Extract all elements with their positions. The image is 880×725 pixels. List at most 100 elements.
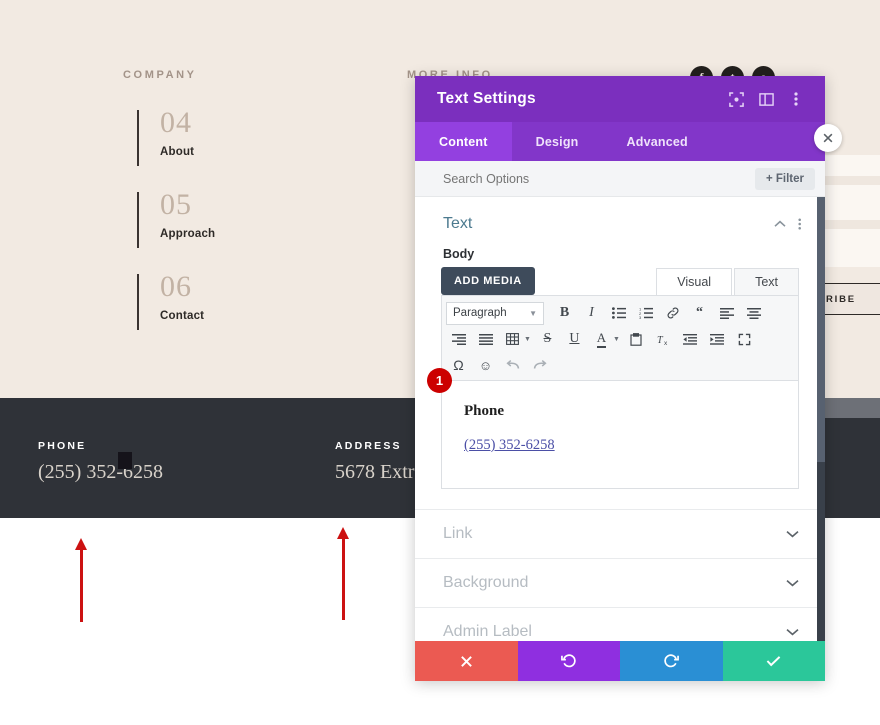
placeholder-stripe	[824, 176, 880, 185]
section-kebab-menu-icon[interactable]	[798, 217, 801, 231]
sidebar-card-right	[824, 155, 880, 267]
bold-icon[interactable]: B	[552, 301, 577, 325]
accordion-label: Admin Label	[443, 623, 532, 640]
footer-contact-label: ADDRESS	[335, 440, 402, 452]
tab-visual[interactable]: Visual	[656, 268, 733, 295]
accordion-label: Link	[443, 525, 473, 542]
strikethrough-icon[interactable]: S	[535, 327, 560, 351]
align-center-icon[interactable]	[741, 301, 766, 325]
chevron-down-icon[interactable]	[786, 576, 799, 590]
footer-contact-value: 5678 Extra	[335, 461, 424, 483]
footer-contact-phone: PHONE (255) 352-6258	[38, 440, 163, 484]
section-header-text: Text	[415, 197, 825, 239]
undo-icon[interactable]	[500, 353, 525, 377]
table-dropdown-caret-icon[interactable]: ▼	[524, 336, 531, 343]
content-heading: Phone	[464, 403, 505, 419]
justify-icon[interactable]	[473, 327, 498, 351]
footer-nav-item-approach[interactable]: 05 Approach	[137, 188, 216, 248]
modal-tab-bar[interactable]: Content Design Advanced	[415, 122, 825, 161]
section-title: Text	[443, 215, 473, 232]
tab-design[interactable]: Design	[512, 122, 603, 161]
modal-footer-actions	[415, 641, 825, 681]
kebab-menu-icon[interactable]	[781, 84, 811, 114]
clear-formatting-icon[interactable]: T x	[651, 327, 676, 351]
subscribe-button[interactable]: RIBE	[824, 283, 880, 315]
indent-icon[interactable]	[705, 327, 730, 351]
toolbar-row-3: Ω ☺	[446, 352, 794, 378]
tab-advanced[interactable]: Advanced	[603, 122, 712, 161]
footer-nav-number: 06	[160, 270, 192, 303]
editor-top-row: ADD MEDIA Visual Text	[441, 267, 799, 295]
emoji-icon[interactable]: ☺	[473, 353, 498, 377]
svg-text:x: x	[664, 340, 668, 346]
fullscreen-icon[interactable]	[732, 327, 757, 351]
toolbar-row-2: ▼ S U A ▼ T x	[446, 326, 794, 352]
italic-icon[interactable]: I	[579, 301, 604, 325]
text-cursor-block	[118, 452, 132, 469]
chevron-down-icon[interactable]	[786, 527, 799, 541]
svg-text:3: 3	[639, 315, 642, 319]
table-icon[interactable]	[500, 327, 525, 351]
align-left-icon[interactable]	[714, 301, 739, 325]
scrollbar-thumb[interactable]	[817, 197, 825, 462]
close-icon[interactable]	[814, 124, 842, 152]
outdent-icon[interactable]	[678, 327, 703, 351]
search-input[interactable]	[443, 171, 755, 186]
chevron-up-icon[interactable]	[774, 220, 786, 228]
paste-as-text-icon[interactable]	[624, 327, 649, 351]
screenshot-root: COMPANY MORE INFO 04 About 05 Approach 0…	[0, 0, 880, 725]
text-color-icon[interactable]: A	[589, 327, 614, 351]
footer-nav-label: Contact	[160, 310, 205, 322]
text-settings-modal: Text Settings Content Design Advanced Se…	[415, 76, 825, 681]
footer-nav-item-contact[interactable]: 06 Contact	[137, 270, 205, 330]
chevron-down-icon: ▼	[529, 308, 537, 318]
tab-content[interactable]: Content	[415, 122, 512, 161]
body-field-label: Body	[443, 247, 475, 261]
footer-nav-label: Approach	[160, 228, 216, 240]
footer-contact-value: (255) 352-6258	[38, 461, 163, 483]
annotation-step-badge: 1	[427, 368, 452, 393]
save-button[interactable]	[722, 641, 825, 681]
redo-button[interactable]	[620, 641, 723, 681]
annotation-arrow-address	[337, 527, 349, 620]
underline-icon[interactable]: U	[562, 327, 587, 351]
annotation-arrow-phone	[75, 538, 87, 622]
wp-editor: ADD MEDIA Visual Text Paragraph ▼ B I 1 …	[415, 267, 825, 489]
content-phone-link[interactable]: (255) 352-6258	[464, 437, 555, 454]
format-select[interactable]: Paragraph ▼	[446, 301, 544, 325]
tab-text[interactable]: Text	[734, 268, 799, 295]
footer-contact-address: ADDRESS 5678 Extra	[335, 440, 423, 484]
accordion-link[interactable]: Link	[415, 509, 825, 558]
toolbar-row-1: Paragraph ▼ B I 1 2 3 “	[446, 300, 794, 326]
accordion-admin-label[interactable]: Admin Label	[415, 607, 825, 641]
editor-mode-tabs[interactable]: Visual Text	[656, 268, 799, 295]
footer-nav-item-about[interactable]: 04 About	[137, 106, 195, 166]
preview-icon[interactable]	[721, 84, 751, 114]
search-options-bar: + Filter	[415, 161, 825, 197]
accordion-background[interactable]: Background	[415, 558, 825, 607]
numbered-list-icon[interactable]: 1 2 3	[633, 301, 658, 325]
footer-nav-number: 05	[160, 188, 192, 221]
blockquote-icon[interactable]: “	[687, 301, 712, 325]
undo-button[interactable]	[517, 641, 620, 681]
modal-scrollbar[interactable]	[817, 197, 825, 641]
modal-header: Text Settings	[415, 76, 825, 122]
format-select-value: Paragraph	[453, 307, 507, 319]
editor-content-area[interactable]: Phone (255) 352-6258	[441, 381, 799, 489]
discard-button[interactable]	[415, 641, 518, 681]
add-media-button[interactable]: ADD MEDIA	[441, 267, 535, 295]
chevron-down-icon[interactable]	[786, 625, 799, 639]
text-color-dropdown-caret-icon[interactable]: ▼	[613, 336, 620, 343]
align-right-icon[interactable]	[446, 327, 471, 351]
bulleted-list-icon[interactable]	[606, 301, 631, 325]
footer-nav-label: About	[160, 146, 195, 158]
modal-title: Text Settings	[437, 90, 536, 107]
redo-icon[interactable]	[527, 353, 552, 377]
layout-icon[interactable]	[751, 84, 781, 114]
editor-toolbar: Paragraph ▼ B I 1 2 3 “ ▼ S U A ▼ T x Ω …	[441, 295, 799, 381]
placeholder-grey-band	[824, 398, 880, 418]
footer-nav-number: 04	[160, 106, 192, 139]
filter-button[interactable]: + Filter	[754, 167, 815, 190]
link-icon[interactable]	[660, 301, 685, 325]
